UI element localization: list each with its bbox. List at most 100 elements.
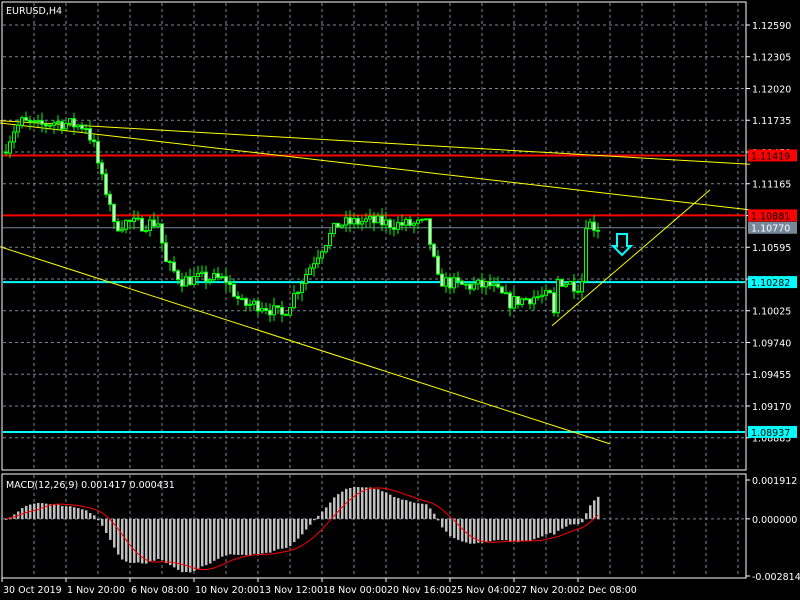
candle-body [144, 230, 148, 233]
candle-body [428, 218, 432, 245]
candle-body [532, 296, 536, 305]
candle-body [220, 276, 224, 279]
price-tick-label: 1.09455 [752, 370, 791, 381]
candle-body [244, 298, 248, 306]
candle-body [440, 273, 444, 287]
macd-histogram-bar [577, 518, 580, 525]
macd-histogram-bar [313, 518, 316, 521]
trendline[interactable] [0, 120, 751, 165]
candle-body [456, 277, 460, 282]
chart-title: EURUSD,H4 [6, 6, 62, 17]
candle-body [584, 228, 588, 282]
macd-histogram-bar [417, 503, 420, 519]
macd-histogram-bar [401, 499, 404, 519]
macd-histogram-bar [505, 518, 508, 541]
candle-body [436, 255, 440, 275]
trading-chart[interactable]: 1.125901.123051.120201.117351.114501.111… [0, 0, 800, 600]
candle-body [84, 128, 88, 131]
candle-body [352, 217, 356, 225]
candle-body [192, 275, 196, 286]
macd-histogram-bar [533, 518, 536, 540]
candle-body [256, 300, 260, 312]
candle-body [520, 298, 524, 306]
trendline[interactable] [551, 189, 711, 327]
macd-histogram-bar [469, 518, 472, 544]
time-tick-label: 2 Dec 08:00 [579, 585, 637, 596]
macd-histogram-bar [189, 518, 192, 573]
macd-histogram-bar [293, 518, 296, 543]
macd-histogram-bar [437, 518, 440, 521]
macd-histogram-bar [217, 518, 220, 559]
macd-histogram-bar [185, 518, 188, 573]
macd-histogram-bar [393, 497, 396, 519]
macd-histogram-bar [133, 518, 136, 563]
candle-body [180, 279, 184, 287]
price-level-label: 1.10770 [751, 224, 790, 235]
candle-body [24, 117, 28, 121]
macd-histogram-bar [173, 518, 176, 568]
candle-body [268, 309, 272, 316]
candle-body [424, 218, 428, 221]
macd-histogram-bar [249, 518, 252, 555]
candle-body [484, 281, 488, 288]
macd-histogram-bar [561, 518, 564, 529]
candle-body [416, 219, 420, 224]
candle-body [48, 124, 52, 127]
macd-histogram-bar [545, 518, 548, 535]
candle-body [28, 119, 32, 123]
macd-histogram-bar [441, 518, 444, 528]
macd-histogram-bar [365, 487, 368, 519]
candle-body [52, 122, 56, 126]
macd-histogram-bar [553, 518, 556, 535]
candle-body [496, 283, 500, 288]
down-arrow-icon[interactable] [610, 233, 634, 257]
macd-histogram-bar [585, 513, 588, 519]
macd-histogram-bar [153, 518, 156, 561]
candle-body [344, 217, 348, 226]
macd-histogram-bar [381, 491, 384, 519]
candle-body [216, 273, 220, 279]
candle-body [252, 300, 256, 305]
candle-body [104, 173, 108, 195]
price-level-label: 1.10282 [751, 278, 790, 289]
candle-body [188, 276, 192, 286]
candle-body [40, 120, 44, 125]
time-axis: 30 Oct 2019 1 Nov 20:00 6 Nov 08:00 10 Nov … [1, 578, 637, 596]
macd-histogram-bar [169, 518, 172, 566]
trendline[interactable] [0, 122, 751, 211]
macd-histogram-bar [69, 506, 72, 519]
macd-histogram-bar [373, 488, 376, 519]
candle-body [148, 219, 152, 232]
macd-histogram-bar [389, 494, 392, 519]
candle-body [20, 117, 24, 126]
macd-histogram-bar [253, 518, 256, 554]
macd-histogram-bar [425, 504, 428, 519]
macd-histogram-bar [281, 518, 284, 549]
macd-histogram-bar [493, 518, 496, 541]
macd-histogram-bar [525, 518, 528, 541]
candle-body [224, 276, 228, 284]
candle-body [328, 233, 332, 247]
candle-body [184, 276, 188, 287]
macd-histogram-bar [117, 518, 120, 555]
macd-histogram-bar [329, 502, 332, 519]
macd-histogram-bar [581, 518, 584, 523]
macd-tick-label: -0.002814 [752, 572, 800, 583]
macd-histogram-bar [445, 518, 448, 532]
price-tick-label: 1.10595 [752, 243, 791, 254]
macd-histogram-bar [221, 518, 224, 557]
candle-body [472, 283, 476, 290]
candle-body [564, 283, 568, 287]
macd-histogram-bar [485, 518, 488, 542]
candle-body [492, 283, 496, 287]
macd-histogram-bar [137, 518, 140, 563]
candle-body [524, 298, 528, 301]
candle-body [548, 290, 552, 294]
candle-body [580, 280, 584, 293]
macd-histogram-bar [273, 518, 276, 551]
candle-body [12, 131, 16, 143]
candle-body [376, 215, 380, 224]
macd-histogram-bar [369, 487, 372, 519]
macd-histogram-bar [557, 518, 560, 531]
candle-body [576, 290, 580, 293]
